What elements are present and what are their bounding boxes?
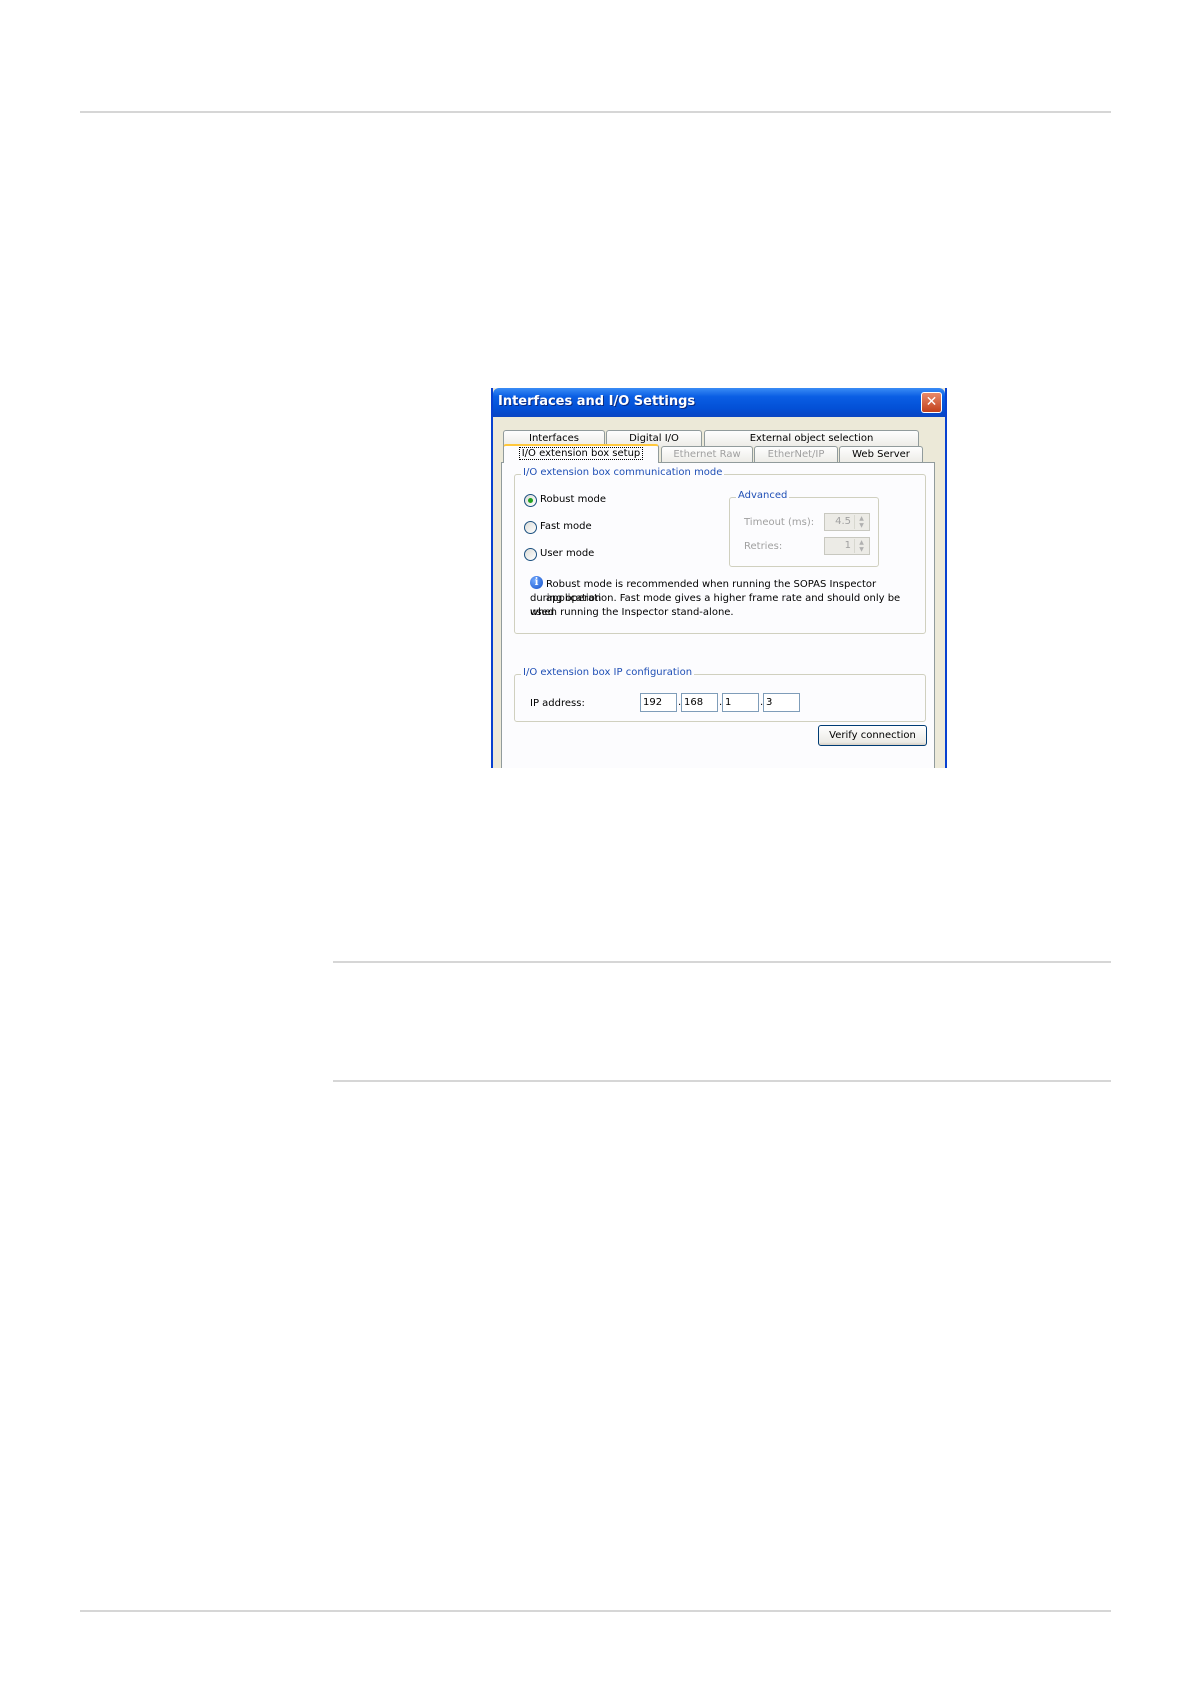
note-rule-top (333, 961, 1111, 963)
header-rule (80, 111, 1111, 113)
user-mode-label[interactable]: User mode (540, 548, 594, 559)
robust-mode-radio[interactable] (524, 494, 537, 507)
ip-config-legend: I/O extension box IP configuration (521, 667, 695, 678)
fast-mode-radio[interactable] (524, 521, 537, 534)
tab-web-server[interactable]: Web Server (839, 446, 923, 463)
tab-panel: I/O extension box communication mode Rob… (501, 462, 935, 768)
tab-ethernet-raw[interactable]: Ethernet Raw (661, 446, 753, 463)
verify-connection-button[interactable]: Verify connection (818, 725, 927, 746)
note-rule-bottom (333, 1080, 1111, 1082)
tab-label: I/O extension box setup (518, 447, 644, 460)
ip-address-label: IP address: (530, 698, 585, 709)
tab-external-object-selection[interactable]: External object selection (704, 430, 919, 447)
footer-rule (80, 1610, 1111, 1612)
retries-value: 1 (844, 540, 851, 551)
user-mode-radio[interactable] (524, 548, 537, 561)
advanced-legend: Advanced (736, 490, 790, 501)
fast-mode-label[interactable]: Fast mode (540, 521, 592, 532)
ip-octet-1-field[interactable]: 192 (640, 693, 677, 712)
ip-octet-3-field[interactable]: 1 (722, 693, 759, 712)
tab-io-extension-box-setup[interactable]: I/O extension box setup (503, 444, 659, 463)
robust-mode-label[interactable]: Robust mode (540, 494, 606, 505)
tab-ethernet-ip[interactable]: EtherNet/IP (754, 446, 838, 463)
tab-label: Ethernet Raw (673, 449, 741, 460)
spinner-arrows-icon[interactable]: ▲ ▼ (854, 515, 868, 529)
retries-spinner[interactable]: 1 ▲ ▼ (824, 537, 870, 555)
tab-label: External object selection (749, 433, 874, 444)
timeout-spinner[interactable]: 4.5 ▲ ▼ (824, 513, 870, 531)
retries-label: Retries: (744, 541, 783, 552)
timeout-value: 4.5 (835, 516, 851, 527)
advanced-group: Advanced Timeout (ms): 4.5 ▲ ▼ Retries: 1… (729, 490, 879, 567)
tab-label: Digital I/O (629, 433, 679, 444)
comm-mode-group: I/O extension box communication mode Rob… (514, 467, 926, 634)
settings-dialog: Interfaces and I/O Settings ✕ Interfaces… (491, 388, 947, 768)
tab-label: Web Server (852, 449, 910, 460)
close-icon[interactable]: ✕ (921, 392, 942, 413)
tab-label: Interfaces (529, 433, 579, 444)
title-bar[interactable]: Interfaces and I/O Settings ✕ (493, 388, 945, 417)
info-line-3: when running the Inspector stand-alone. (530, 607, 734, 618)
spinner-arrows-icon[interactable]: ▲ ▼ (854, 539, 868, 553)
info-icon: i (530, 576, 543, 589)
dialog-title: Interfaces and I/O Settings (498, 394, 696, 409)
tab-label: EtherNet/IP (767, 449, 825, 460)
timeout-label: Timeout (ms): (744, 517, 815, 528)
ip-config-group: I/O extension box IP configuration IP ad… (514, 667, 926, 722)
comm-mode-legend: I/O extension box communication mode (521, 467, 725, 478)
ip-octet-2-field[interactable]: 168 (681, 693, 718, 712)
ip-octet-4-field[interactable]: 3 (763, 693, 800, 712)
